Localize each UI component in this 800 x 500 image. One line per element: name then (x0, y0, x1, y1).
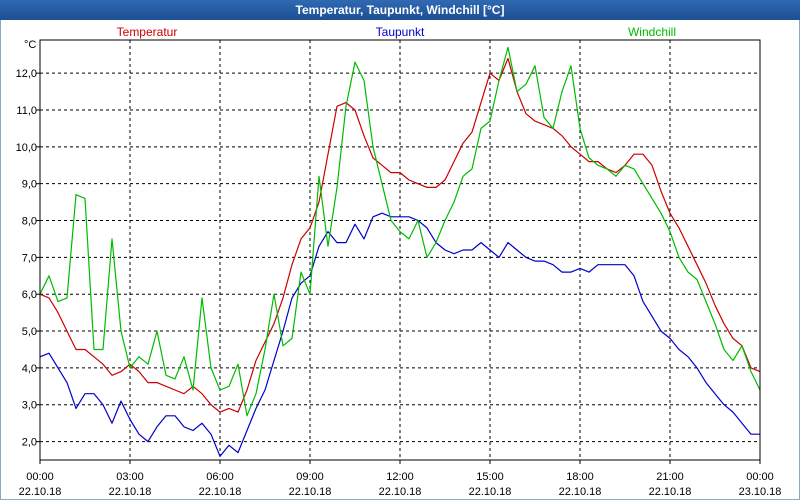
y-tick-label: 2,0 (22, 437, 37, 449)
x-tick-label-date: 22.10.18 (559, 486, 602, 498)
y-tick-label: 4,0 (22, 363, 37, 375)
y-tick-label: 5,0 (22, 326, 37, 338)
legend-windchill: Windchill (628, 25, 676, 39)
x-tick-label-time: 18:00 (566, 471, 594, 483)
x-tick-label-date: 23.10.18 (739, 486, 782, 498)
y-tick-label: 3,0 (22, 400, 37, 412)
y-tick-label: 10,0 (16, 142, 37, 154)
x-tick-label-time: 12:00 (386, 471, 414, 483)
chart-canvas: 2,0 3,0 4,0 5,0 6,0 7,0 8,0 9,0 10,0 11,0 12,0 00:0… (16, 25, 782, 498)
y-tick-label: 6,0 (22, 289, 37, 301)
x-tick-label-time: 00:00 (746, 471, 774, 483)
y-tick-label: 8,0 (22, 216, 37, 228)
x-tick-label-date: 22.10.18 (649, 486, 692, 498)
x-tick-label-date: 22.10.18 (469, 486, 512, 498)
x-tick-label-date: 22.10.18 (199, 486, 242, 498)
y-tick-label: 12,0 (16, 68, 37, 80)
y-axis-label: °C (24, 39, 36, 51)
x-tick-label-time: 00:00 (26, 471, 54, 483)
y-tick-label: 9,0 (22, 179, 37, 191)
y-tick-label: 11,0 (16, 105, 37, 117)
grid-layer (40, 40, 760, 460)
x-tick-label-time: 06:00 (206, 471, 234, 483)
x-tick-label-time: 03:00 (116, 471, 144, 483)
x-tick-label-time: 21:00 (656, 471, 684, 483)
x-tick-label-date: 22.10.18 (289, 486, 332, 498)
x-tick-label-date: 22.10.18 (109, 486, 152, 498)
legend-taupunkt: Taupunkt (376, 25, 425, 39)
legend-temperatur: Temperatur (117, 25, 178, 39)
y-tick-label: 7,0 (22, 252, 37, 264)
x-tick-label-time: 15:00 (476, 471, 504, 483)
x-tick-label-time: 09:00 (296, 471, 324, 483)
x-tick-label-date: 22.10.18 (19, 486, 62, 498)
x-tick-label-date: 22.10.18 (379, 486, 422, 498)
